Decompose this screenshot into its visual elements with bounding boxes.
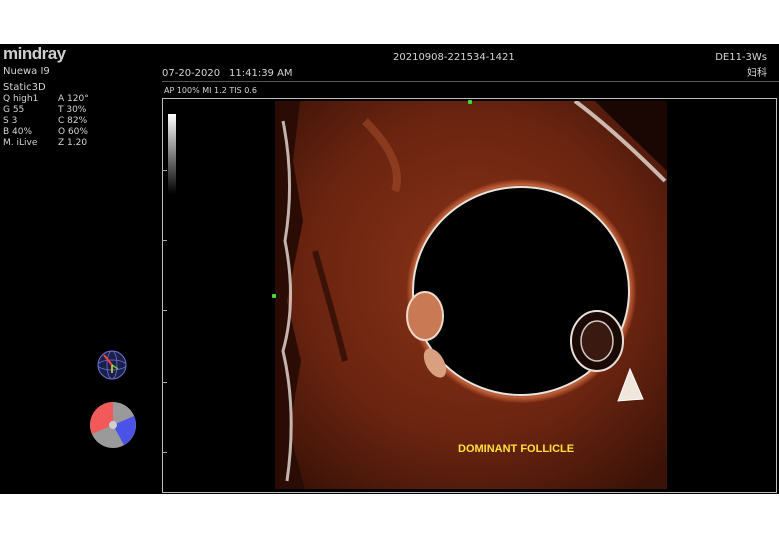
param-right: Z 1.20	[58, 138, 88, 148]
param-row: Q high1 A 120°	[3, 94, 113, 105]
3d-volume-render[interactable]	[275, 101, 667, 489]
param-right: O 60%	[58, 127, 88, 137]
acoustic-output: AP 100% MI 1.2 TIS 0.6	[164, 86, 257, 95]
exam-date: 07-20-2020	[162, 68, 221, 79]
depth-tick	[162, 382, 167, 383]
depth-tick	[162, 452, 167, 453]
param-left: S 3	[3, 116, 18, 126]
param-right: C 82%	[58, 116, 88, 126]
param-row: M. iLive Z 1.20	[3, 138, 113, 149]
dominant-follicle-annotation: DOMINANT FOLLICLE	[458, 443, 575, 455]
mindray-logo: mindray	[3, 44, 66, 63]
exam-time: 11:41:39 AM	[229, 68, 293, 79]
param-row: S 3 C 82%	[3, 116, 113, 127]
param-right: T 30%	[58, 105, 87, 115]
device-model: Nuewa I9	[3, 66, 50, 77]
volume-marker-left	[272, 294, 276, 298]
mode-title: Static3D	[3, 82, 46, 93]
param-row: G 55 T 30%	[3, 105, 113, 116]
header-divider	[162, 81, 779, 82]
exam-id: 20210908-221534-1421	[393, 52, 515, 63]
department-label: 妇科	[747, 68, 767, 79]
3d-orientation-globe-icon[interactable]	[96, 349, 128, 381]
render-direction-pie-icon[interactable]	[88, 400, 138, 450]
depth-tick	[162, 240, 167, 241]
probe-name: DE11-3Ws	[715, 52, 767, 63]
param-right: A 120°	[58, 94, 89, 104]
volume-marker-top	[468, 100, 472, 104]
depth-tick	[162, 170, 167, 171]
param-left: G 55	[3, 105, 25, 115]
param-left: M. iLive	[3, 138, 38, 148]
depth-tick	[162, 310, 167, 311]
ultrasound-screen: mindray Nuewa I9 20210908-221534-1421 DE…	[0, 44, 779, 494]
grayscale-bar	[168, 114, 176, 194]
imaging-parameters: Q high1 A 120° G 55 T 30% S 3 C 82% B 40% O …	[3, 94, 113, 149]
param-left: Q high1	[3, 94, 39, 104]
param-left: B 40%	[3, 127, 33, 137]
param-row: B 40% O 60%	[3, 127, 113, 138]
